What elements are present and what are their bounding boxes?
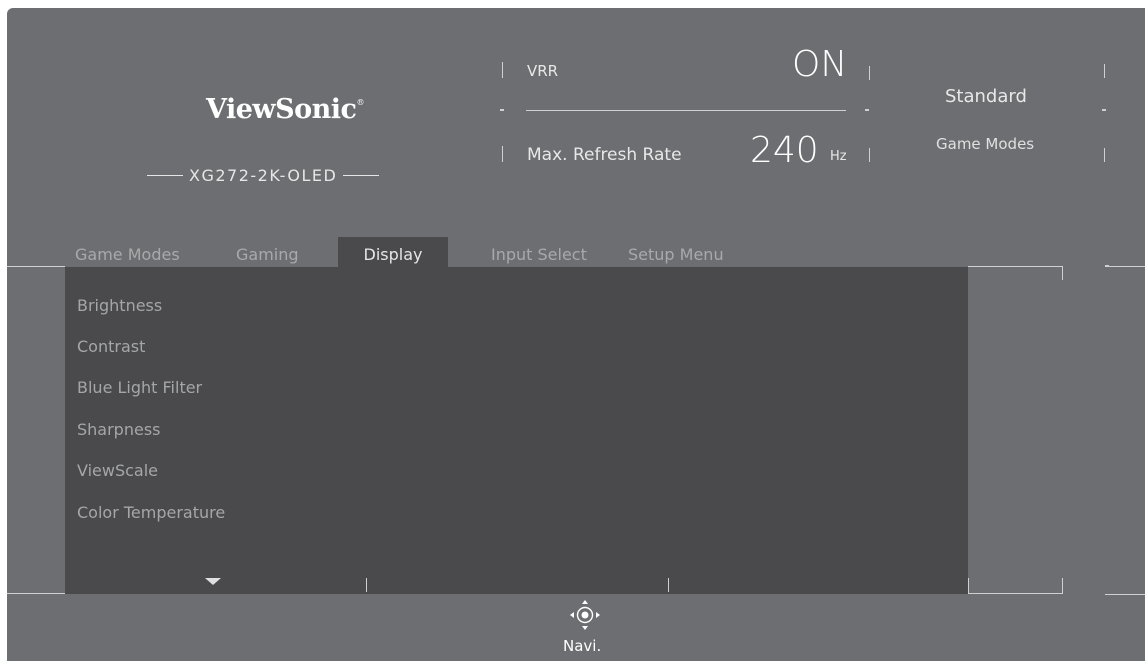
divider xyxy=(1102,109,1106,111)
menu-item-viewscale[interactable]: ViewScale xyxy=(77,461,158,480)
divider xyxy=(7,593,65,594)
divider xyxy=(968,266,1063,267)
refresh-value: 240 xyxy=(750,130,819,171)
divider xyxy=(502,146,503,162)
game-mode-value: Standard xyxy=(945,86,1027,107)
refresh-label: Max. Refresh Rate xyxy=(527,145,682,165)
divider xyxy=(869,66,870,80)
divider xyxy=(502,62,503,78)
vrr-value: ON xyxy=(792,44,848,85)
divider xyxy=(869,148,870,162)
divider xyxy=(1105,594,1145,595)
divider xyxy=(1105,266,1145,267)
divider xyxy=(366,578,367,592)
divider xyxy=(526,110,846,111)
menu-item-color-temperature[interactable]: Color Temperature xyxy=(77,503,225,522)
divider xyxy=(1105,265,1109,267)
divider xyxy=(7,266,65,267)
viewsonic-logo: ViewSonic® xyxy=(206,94,364,125)
divider xyxy=(343,175,380,176)
divider xyxy=(1062,578,1063,593)
divider xyxy=(865,109,869,111)
model-label: XG272-2K-OLED xyxy=(189,166,338,185)
joystick-icon xyxy=(568,598,602,632)
divider xyxy=(1104,148,1105,162)
osd-window: ViewSonic® XG272-2K-OLED VRR ON Max. Ref… xyxy=(7,8,1145,661)
menu-item-sharpness[interactable]: Sharpness xyxy=(77,420,161,439)
divider xyxy=(147,175,183,176)
vrr-label: VRR xyxy=(527,62,559,80)
menu-item-brightness[interactable]: Brightness xyxy=(77,296,162,315)
menu-item-blue-light-filter[interactable]: Blue Light Filter xyxy=(77,378,202,397)
menu-panel xyxy=(65,267,968,594)
menu-item-contrast[interactable]: Contrast xyxy=(77,337,145,356)
navi-label: Navi. xyxy=(563,637,602,655)
divider xyxy=(1104,64,1105,78)
divider xyxy=(968,578,969,593)
divider xyxy=(1062,266,1063,280)
refresh-unit: Hz xyxy=(830,149,847,164)
divider xyxy=(968,593,1063,594)
model-name: XG272-2K-OLED xyxy=(147,166,380,185)
divider xyxy=(668,578,669,592)
divider xyxy=(500,109,504,111)
caret-down-icon[interactable] xyxy=(205,578,221,585)
game-mode-label: Game Modes xyxy=(936,135,1035,153)
